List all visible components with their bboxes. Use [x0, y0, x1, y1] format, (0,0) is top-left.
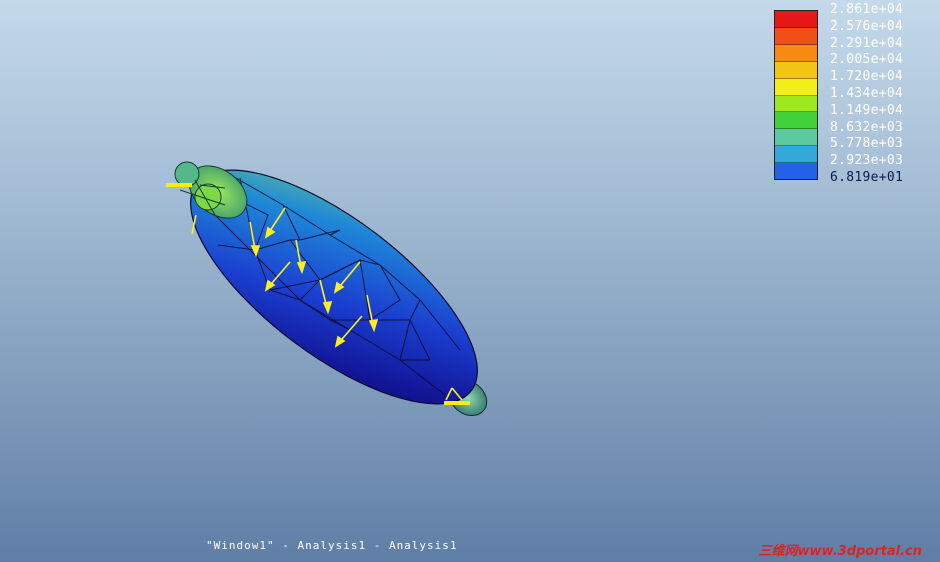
- legend-value: 1.149e+04: [830, 102, 904, 118]
- legend-value: 5.778e+03: [830, 136, 904, 152]
- legend-value: 2.005e+04: [830, 52, 904, 68]
- legend-value: 6.819e+01: [830, 169, 904, 185]
- legend-value: 2.861e+04: [830, 2, 904, 17]
- legend-color-bar: [774, 10, 818, 180]
- legend-swatch: [775, 27, 817, 45]
- legend-swatch: [775, 61, 817, 79]
- color-legend: 2.861e+04 2.576e+04 2.291e+04 2.005e+04 …: [774, 2, 934, 185]
- legend-value: 2.576e+04: [830, 18, 904, 34]
- legend-swatch: [775, 129, 817, 147]
- legend-value: 8.632e+03: [830, 119, 904, 135]
- legend-labels: 2.861e+04 2.576e+04 2.291e+04 2.005e+04 …: [830, 2, 903, 187]
- legend-value: 2.923e+03: [830, 153, 904, 169]
- legend-swatch: [775, 163, 817, 180]
- legend-swatch: [775, 146, 817, 164]
- legend-swatch: [775, 11, 817, 28]
- constraint-marker-right[interactable]: [444, 401, 470, 405]
- legend-swatch: [775, 44, 817, 62]
- legend-swatch: [775, 78, 817, 96]
- watermark: 三维网www.3dportal.cn: [758, 544, 922, 559]
- legend-value: 1.434e+04: [830, 85, 904, 101]
- legend-swatch: [775, 112, 817, 130]
- legend-swatch: [775, 95, 817, 113]
- legend-value: 1.720e+04: [830, 69, 904, 85]
- window-status-text: "Window1" - Analysis1 - Analysis1: [206, 539, 458, 552]
- legend-value: 2.291e+04: [830, 35, 904, 51]
- constraint-marker-left[interactable]: [166, 183, 192, 187]
